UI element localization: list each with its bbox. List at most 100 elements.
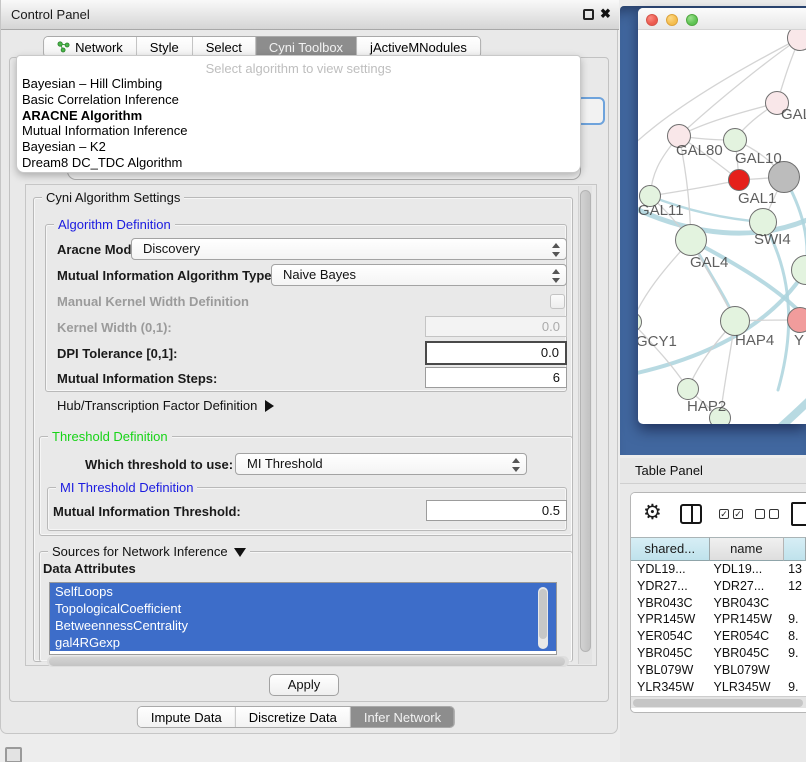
- float-panel-icon[interactable]: [583, 9, 594, 20]
- kernel-width-field[interactable]: 0.0: [425, 316, 567, 337]
- table-cell: YDR27...: [710, 578, 785, 595]
- table-rows[interactable]: YDL19...YDL19...13YDR27...YDR27...12YBR0…: [631, 561, 806, 696]
- close-panel-icon[interactable]: ✖: [600, 6, 611, 22]
- data-attributes-label: Data Attributes: [43, 561, 136, 576]
- expander-expanded-icon: [234, 548, 246, 557]
- data-attribute-item[interactable]: BetweennessCentrality: [50, 617, 556, 634]
- table-hscrollbar-track[interactable]: [631, 696, 806, 708]
- gear-icon[interactable]: ⚙: [643, 500, 662, 525]
- mi-algorithm-type-combo[interactable]: Naive Bayes: [271, 264, 567, 286]
- column-header-partial[interactable]: [784, 537, 806, 561]
- column-header-shared-name[interactable]: shared...: [631, 537, 710, 561]
- network-node-label: GAL: [781, 106, 806, 123]
- data-attribute-item[interactable]: SelfLoops: [50, 583, 556, 600]
- network-window: GALGAL80GAL10GAL1GAL11SWI4GAL4GCY1HAP4YH…: [638, 8, 806, 424]
- table-row[interactable]: YDR27...YDR27...12: [631, 578, 806, 595]
- data-attribute-item[interactable]: gal4RGexp: [50, 634, 556, 651]
- algorithm-list-item[interactable]: Dream8 DC_TDC Algorithm: [17, 155, 580, 171]
- import-table-icon[interactable]: [791, 502, 806, 526]
- columns-icon[interactable]: [680, 504, 702, 524]
- which-threshold-combo[interactable]: MI Threshold: [235, 453, 527, 475]
- cyni-algorithm-settings-title: Cyni Algorithm Settings: [42, 190, 184, 205]
- table-row[interactable]: YPR145WYPR145W9.: [631, 611, 806, 628]
- table-cell: YBL079W: [631, 662, 710, 679]
- algorithm-list-item[interactable]: Bayesian – Hill Climbing: [17, 76, 580, 92]
- network-node[interactable]: [723, 128, 747, 152]
- kernel-width-label: Kernel Width (0,1):: [57, 320, 172, 335]
- algorithm-list-item[interactable]: Bayesian – K2: [17, 139, 580, 155]
- hub-definition-expander[interactable]: Hub/Transcription Factor Definition: [57, 398, 274, 413]
- table-cell: YLR345W: [710, 679, 785, 696]
- table-cell: YDR27...: [631, 578, 710, 595]
- table-cell: YPR145W: [710, 611, 785, 628]
- tab-discretize-data[interactable]: Discretize Data: [236, 707, 351, 727]
- network-node[interactable]: [675, 224, 707, 256]
- table-cell: YBL079W: [710, 662, 785, 679]
- table-cell: 13: [784, 561, 806, 578]
- data-attributes-list[interactable]: SelfLoopsTopologicalCoefficientBetweenne…: [49, 582, 557, 655]
- manual-kernel-width-checkbox[interactable]: [550, 294, 565, 309]
- attributes-scrollbar-thumb[interactable]: [539, 589, 547, 639]
- network-node[interactable]: [728, 169, 750, 191]
- mi-steps-field[interactable]: 6: [425, 367, 567, 388]
- table-cell: 12: [784, 578, 806, 595]
- dpi-tolerance-field[interactable]: 0.0: [425, 341, 567, 365]
- table-panel-box: ⚙ ✓✓ shared... name YDL19...YDL19...13YD…: [630, 492, 806, 713]
- network-node-label: HAP2: [687, 398, 726, 415]
- expander-collapsed-icon: [265, 400, 274, 412]
- tab-impute-data[interactable]: Impute Data: [138, 707, 236, 727]
- algorithm-list-item[interactable]: Basic Correlation Inference: [17, 92, 580, 108]
- table-cell: YDL19...: [631, 561, 710, 578]
- algorithm-list-item[interactable]: Mutual Information Inference: [17, 123, 580, 139]
- tab-style[interactable]: Style: [137, 37, 193, 57]
- dpi-tolerance-label: DPI Tolerance [0,1]:: [57, 346, 177, 361]
- aracne-mode-combo[interactable]: Discovery: [131, 238, 567, 260]
- docked-panel-icon[interactable]: [5, 747, 22, 762]
- table-cell: 8.: [784, 628, 806, 645]
- deselect-all-checks-icon[interactable]: [755, 509, 779, 519]
- network-node-label: GAL4: [690, 254, 728, 271]
- network-node[interactable]: [677, 378, 699, 400]
- network-view-background: GALGAL80GAL10GAL1GAL11SWI4GAL4GCY1HAP4YH…: [620, 6, 806, 455]
- mi-threshold-definition-title: MI Threshold Definition: [56, 480, 197, 495]
- table-row[interactable]: YER054CYER054C8.: [631, 628, 806, 645]
- table-row[interactable]: YBR043CYBR043C: [631, 595, 806, 612]
- sources-group-title[interactable]: Sources for Network Inference: [48, 544, 250, 559]
- attributes-scrollbar-track[interactable]: [538, 587, 548, 649]
- network-node-label: Y: [794, 332, 804, 349]
- table-hscrollbar-thumb[interactable]: [633, 699, 803, 707]
- table-row[interactable]: YBR045CYBR045C9.: [631, 645, 806, 662]
- settings-scrollbar-thumb[interactable]: [580, 190, 591, 652]
- table-row[interactable]: YLR345WYLR345W9.: [631, 679, 806, 696]
- network-node-label: GAL11: [638, 202, 684, 219]
- tab-jactivemnodules[interactable]: jActiveMNodules: [357, 37, 480, 57]
- mi-threshold-field[interactable]: 0.5: [426, 500, 567, 521]
- network-canvas[interactable]: GALGAL80GAL10GAL1GAL11SWI4GAL4GCY1HAP4YH…: [638, 30, 806, 424]
- table-toolbar: ⚙ ✓✓: [631, 493, 806, 537]
- column-header-name[interactable]: name: [710, 537, 785, 561]
- mi-threshold-label: Mutual Information Threshold:: [53, 504, 241, 519]
- zoom-window-icon[interactable]: [686, 14, 698, 26]
- table-cell: 9.: [784, 611, 806, 628]
- tab-network[interactable]: Network: [44, 37, 137, 57]
- minimize-window-icon[interactable]: [666, 14, 678, 26]
- table-panel-title: Table Panel: [635, 463, 703, 478]
- network-node-label: HAP4: [735, 332, 774, 349]
- apply-button[interactable]: Apply: [269, 674, 339, 696]
- table-header-row: shared... name: [631, 537, 806, 561]
- table-row[interactable]: YDL19...YDL19...13: [631, 561, 806, 578]
- network-window-titlebar[interactable]: [638, 8, 806, 30]
- data-attribute-item[interactable]: TopologicalCoefficient: [50, 600, 556, 617]
- tab-infer-network[interactable]: Infer Network: [351, 707, 454, 727]
- hub-definition-label: Hub/Transcription Factor Definition: [57, 398, 257, 413]
- close-window-icon[interactable]: [646, 14, 658, 26]
- network-node[interactable]: [787, 307, 806, 333]
- table-row[interactable]: YBL079WYBL079W: [631, 662, 806, 679]
- tab-cyni-toolbox[interactable]: Cyni Toolbox: [256, 37, 357, 57]
- select-all-checks-icon[interactable]: ✓✓: [719, 509, 743, 519]
- algorithm-list-item[interactable]: ARACNE Algorithm: [17, 108, 580, 124]
- tab-select[interactable]: Select: [193, 37, 256, 57]
- horizontal-scrollbar-thumb[interactable]: [49, 657, 565, 666]
- control-panel: Control Panel ✖ Network Style Select Cyn…: [0, 0, 618, 734]
- cyni-bottom-tabs: Impute Data Discretize Data Infer Networ…: [137, 706, 455, 728]
